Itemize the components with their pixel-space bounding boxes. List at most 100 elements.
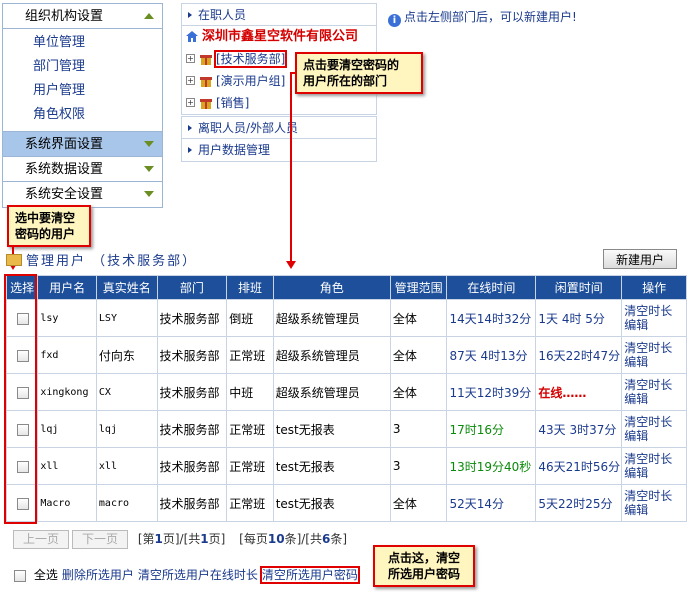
- tree-offline-label: 离职人员/外部人员: [198, 121, 299, 135]
- cell-realname: macro: [95, 484, 158, 522]
- cell-scope: 全体: [389, 484, 448, 522]
- menu-data-settings-label: 系统数据设置: [25, 162, 104, 177]
- page-info: [第1页]/[共1页]: [138, 532, 226, 546]
- edit-link[interactable]: 编辑: [624, 429, 686, 443]
- cell-ops: 清空时长 编辑: [621, 410, 687, 448]
- tree-online-staff[interactable]: 在职人员: [182, 4, 376, 26]
- tree-company-label: 深圳市鑫星空软件有限公司: [202, 29, 359, 44]
- edit-link[interactable]: 编辑: [624, 466, 686, 480]
- page-total: 1: [200, 532, 209, 546]
- menu-item-departments[interactable]: 部门管理: [33, 55, 162, 79]
- group-icon: [200, 55, 212, 65]
- users-table: 选择 用户名 真实姓名 部门 排班 角色 管理范围 在线时间 闲置时间 操作 l…: [5, 275, 687, 522]
- hint-text: i 点击左侧部门后，可以新建用户!: [388, 8, 577, 27]
- cell-online: 17时16分: [446, 410, 537, 448]
- tree-online-label: 在职人员: [198, 8, 247, 22]
- table-row: xingkong CX 技术服务部 中班 超级系统管理员 全体 11天12时39…: [5, 373, 687, 411]
- col-online: 在线时间: [446, 275, 537, 300]
- menu-item-users[interactable]: 用户管理: [33, 79, 162, 103]
- col-realname: 真实姓名: [95, 275, 158, 300]
- tree-data-mgmt-label: 用户数据管理: [198, 143, 271, 157]
- cell-idle: 在线……: [535, 373, 623, 411]
- cell-dept: 技术服务部: [156, 373, 228, 411]
- page-info-part: [第: [137, 532, 155, 546]
- cell-username: xingkong: [37, 373, 97, 411]
- menu-org-settings[interactable]: 组织机构设置: [3, 4, 162, 29]
- clear-time-link[interactable]: 清空时长: [624, 489, 686, 503]
- cell-realname: xll: [95, 447, 158, 485]
- clear-time-link[interactable]: 清空时长: [624, 415, 686, 429]
- cell-idle: 16天22时47分: [535, 336, 623, 374]
- tree-node-demo-group-label[interactable]: [演示用户组]: [216, 74, 285, 88]
- edit-link[interactable]: 编辑: [624, 318, 686, 332]
- tree-node-tech-service-label[interactable]: [技术服务部]: [213, 50, 288, 68]
- cell-role: test无报表: [272, 484, 391, 522]
- cell-online: 13时19分40秒: [446, 447, 537, 485]
- clear-time-link[interactable]: 清空时长: [624, 378, 686, 392]
- cell-idle: 1天 4时 5分: [535, 299, 623, 337]
- cell-dept: 技术服务部: [156, 336, 228, 374]
- count-info: [每页10条]/[共6条]: [239, 532, 347, 546]
- cell-scope: 3: [389, 447, 448, 485]
- group-icon: [200, 77, 212, 87]
- menu-data-settings[interactable]: 系统数据设置: [3, 157, 162, 182]
- clear-time-link[interactable]: 清空时长: [624, 341, 686, 355]
- col-ops: 操作: [621, 275, 687, 300]
- tree-offline-staff[interactable]: 离职人员/外部人员: [182, 117, 376, 139]
- prev-page-button[interactable]: 上一页: [13, 530, 69, 549]
- cell-shift: 中班: [226, 373, 274, 411]
- cell-shift: 正常班: [226, 336, 274, 374]
- expand-plus-icon[interactable]: +: [186, 76, 195, 85]
- tree-node-sales[interactable]: + [销售]: [182, 92, 376, 114]
- edit-link[interactable]: 编辑: [624, 503, 686, 517]
- expand-plus-icon[interactable]: +: [186, 98, 195, 107]
- cell-online: 87天 4时13分: [446, 336, 537, 374]
- cell-dept: 技术服务部: [156, 447, 228, 485]
- cell-scope: 3: [389, 410, 448, 448]
- cell-username: xll: [37, 447, 97, 485]
- col-idle: 闲置时间: [535, 275, 623, 300]
- edit-link[interactable]: 编辑: [624, 355, 686, 369]
- edit-link[interactable]: 编辑: [624, 392, 686, 406]
- delete-selected-link[interactable]: 删除所选用户: [62, 568, 134, 582]
- tree-extra: 离职人员/外部人员 用户数据管理: [181, 116, 377, 162]
- tree-data-mgmt[interactable]: 用户数据管理: [182, 139, 376, 161]
- menu-item-roles[interactable]: 角色权限: [33, 103, 162, 127]
- menu-security-settings-label: 系统安全设置: [25, 187, 104, 202]
- cell-realname: lqj: [95, 410, 158, 448]
- house-icon: [186, 31, 198, 42]
- new-user-button[interactable]: 新建用户: [603, 249, 677, 269]
- clear-time-link[interactable]: 清空时长: [624, 452, 686, 466]
- expand-plus-icon[interactable]: +: [186, 54, 195, 63]
- select-all-label: 全选: [33, 568, 58, 582]
- next-page-button[interactable]: 下一页: [72, 530, 128, 549]
- cell-ops: 清空时长 编辑: [621, 336, 687, 374]
- cell-dept: 技术服务部: [156, 484, 228, 522]
- count-info-part: [每页: [239, 532, 268, 546]
- menu-item-units[interactable]: 单位管理: [33, 31, 162, 55]
- cell-shift: 正常班: [226, 410, 274, 448]
- count-info-part: 条]/[共: [284, 532, 322, 546]
- menu-ui-settings-label: 系统界面设置: [25, 137, 104, 152]
- menu-org-settings-label: 组织机构设置: [25, 9, 104, 24]
- management-title: 管理用户 （技术服务部）: [6, 250, 197, 269]
- cell-username: fxd: [37, 336, 97, 374]
- cell-idle: 43天 3时37分: [535, 410, 623, 448]
- clear-time-link[interactable]: 清空时长: [624, 304, 686, 318]
- tree-node-sales-label[interactable]: [销售]: [216, 96, 249, 110]
- cell-username: lqj: [37, 410, 97, 448]
- cell-ops: 清空时长 编辑: [621, 299, 687, 337]
- menu-security-settings[interactable]: 系统安全设置: [3, 182, 162, 207]
- menu-ui-settings[interactable]: 系统界面设置: [3, 132, 162, 157]
- select-all-checkbox[interactable]: [14, 569, 26, 582]
- cell-shift: 倒班: [226, 299, 274, 337]
- arrow-right-icon: [188, 147, 192, 153]
- clear-time-selected-link[interactable]: 清空所选用户在线时长: [138, 568, 258, 582]
- cell-role: test无报表: [272, 447, 391, 485]
- clear-password-link[interactable]: 清空所选用户密码: [259, 566, 360, 584]
- cell-online: 11天12时39分: [446, 373, 537, 411]
- select-column-highlight: [4, 274, 37, 524]
- cell-role: 超级系统管理员: [272, 373, 391, 411]
- cell-online: 52天14分: [446, 484, 537, 522]
- tree-company[interactable]: 深圳市鑫星空软件有限公司: [182, 26, 376, 48]
